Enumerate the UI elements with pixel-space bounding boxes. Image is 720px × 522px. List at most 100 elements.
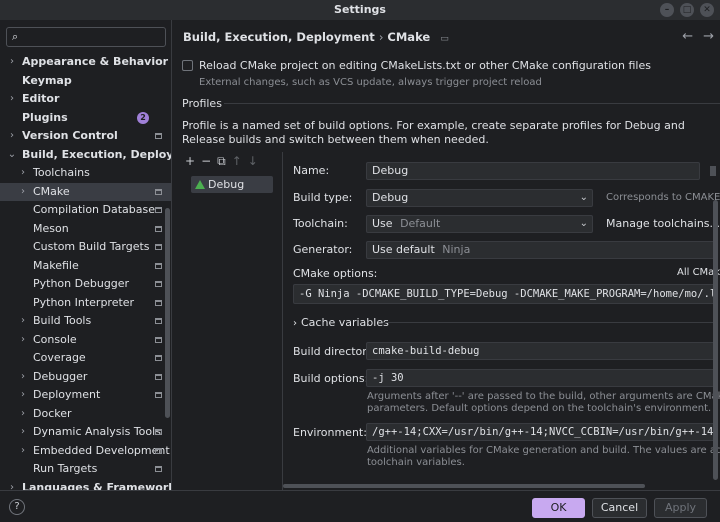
search-input[interactable]: ⌕ <box>6 27 166 47</box>
ok-button[interactable]: OK <box>532 498 585 518</box>
sidebar-item-label: Custom Build Targets <box>33 240 150 253</box>
sidebar-item[interactable]: Plugins 2 <box>0 109 171 128</box>
sidebar-item[interactable]: Python Debugger <box>0 275 171 294</box>
build-type-select[interactable]: Debug ⌄ <box>366 189 593 207</box>
back-arrow-icon[interactable]: ← <box>682 29 693 44</box>
profiles-description: Profile is a named set of build options.… <box>182 119 685 146</box>
sidebar-item[interactable]: Makefile <box>0 257 171 276</box>
sidebar-item[interactable]: › CMake <box>0 182 171 202</box>
build-directory-field[interactable]: cmake-build-debug <box>366 342 716 360</box>
sidebar-item-label: Console <box>33 332 77 346</box>
project-level-icon <box>155 244 162 250</box>
add-profile-icon[interactable]: + <box>185 154 195 168</box>
manage-toolchains-link[interactable]: Manage toolchains... <box>606 217 720 230</box>
chevron-right-icon[interactable]: › <box>18 368 28 387</box>
help-button[interactable]: ? <box>9 499 25 515</box>
sidebar-item[interactable]: › Appearance & Behavior <box>0 53 171 72</box>
breadcrumb-parent[interactable]: Build, Execution, Deployment <box>183 30 375 44</box>
sidebar-item[interactable]: Run Targets <box>0 460 171 479</box>
build-directory-value: cmake-build-debug <box>372 345 480 357</box>
sidebar-item[interactable]: › Languages & Frameworks <box>0 479 171 491</box>
breadcrumb-separator: › <box>378 30 384 44</box>
sidebar-item[interactable]: Compilation Database <box>0 201 171 220</box>
sidebar-item[interactable]: › Deployment <box>0 386 171 405</box>
environment-hint-1: Additional variables for CMake generatio… <box>367 445 720 456</box>
chevron-down-icon[interactable]: ⌄ <box>7 146 17 165</box>
cmake-options-value: -G Ninja -DCMAKE_BUILD_TYPE=Debug -DCMAK… <box>299 288 718 300</box>
profile-item-debug[interactable]: Debug <box>191 176 273 193</box>
apply-button[interactable]: Apply <box>654 498 707 518</box>
sidebar-item[interactable]: › Version Control <box>0 127 171 146</box>
sidebar-item[interactable]: Meson <box>0 220 171 239</box>
build-options-hint-1: Arguments after '--' are passed to the b… <box>367 391 720 402</box>
sidebar-item-label: Compilation Database <box>33 203 156 216</box>
sidebar-item[interactable]: › Embedded Development <box>0 442 171 461</box>
sidebar-item[interactable]: Keymap <box>0 72 171 91</box>
name-field[interactable]: Debug <box>366 162 700 180</box>
project-level-icon <box>155 207 162 213</box>
cancel-button[interactable]: Cancel <box>592 498 647 518</box>
sidebar-item[interactable]: › Docker <box>0 405 171 424</box>
reload-option[interactable]: Reload CMake project on editing CMakeLis… <box>182 59 651 72</box>
sidebar-item[interactable]: Coverage <box>0 349 171 368</box>
window-titlebar: Settings – □ ✕ <box>0 0 720 20</box>
sidebar-item[interactable]: › Toolchains <box>0 164 171 183</box>
breadcrumb-current: CMake <box>387 30 431 44</box>
move-down-icon[interactable]: ↓ <box>248 154 258 168</box>
chevron-right-icon[interactable]: › <box>18 164 28 183</box>
toolchain-select[interactable]: Use Default ⌄ <box>366 215 593 233</box>
environment-hint-2: toolchain variables. <box>367 457 465 468</box>
chevron-right-icon[interactable]: › <box>18 442 28 461</box>
profiles-header: Profiles <box>182 97 222 110</box>
minimize-icon[interactable]: – <box>660 3 674 17</box>
cmake-options-label: CMake options: <box>293 267 378 280</box>
maximize-icon[interactable]: □ <box>680 3 694 17</box>
cache-variables-toggle[interactable]: › Cache variables <box>293 316 389 329</box>
move-up-icon[interactable]: ↑ <box>232 154 242 168</box>
sidebar-item-label: Plugins <box>22 110 68 124</box>
project-level-icon <box>155 133 162 139</box>
sidebar-item[interactable]: ⌄ Build, Execution, Deployme <box>0 146 171 165</box>
sidebar-item[interactable]: › Debugger <box>0 368 171 387</box>
chevron-right-icon[interactable]: › <box>18 312 28 331</box>
sidebar-item[interactable]: › Console <box>0 331 171 350</box>
sidebar-item[interactable]: Custom Build Targets <box>0 238 171 257</box>
sidebar-item[interactable]: › Dynamic Analysis Tools <box>0 423 171 442</box>
generator-use: Use default <box>372 243 435 256</box>
chevron-right-icon[interactable]: › <box>7 90 17 109</box>
profile-item-label: Debug <box>208 178 245 191</box>
sidebar-item-label: Python Debugger <box>33 277 130 290</box>
generator-label: Generator: <box>293 243 353 256</box>
sidebar-item[interactable]: › Build Tools <box>0 312 171 331</box>
sidebar-scrollbar[interactable] <box>165 208 170 418</box>
project-level-icon <box>155 225 162 232</box>
chevron-right-icon[interactable]: › <box>18 405 28 424</box>
cmake-options-field[interactable]: -G Ninja -DCMAKE_BUILD_TYPE=Debug -DCMAK… <box>293 284 718 304</box>
sidebar-item[interactable]: › Editor <box>0 90 171 109</box>
generator-select[interactable]: Use default Ninja <box>366 241 716 259</box>
chevron-right-icon[interactable]: › <box>18 331 28 350</box>
chevron-right-icon[interactable]: › <box>7 479 17 491</box>
chevron-right-icon[interactable]: › <box>7 53 17 72</box>
form-vertical-scrollbar[interactable] <box>713 200 718 480</box>
build-options-field[interactable]: -j 30 <box>366 369 716 387</box>
chevron-right-icon[interactable]: › <box>18 386 28 405</box>
reload-checkbox[interactable] <box>182 60 193 71</box>
sidebar-item-label: Python Interpreter <box>33 295 135 309</box>
remove-profile-icon[interactable]: − <box>201 154 211 168</box>
copy-profile-icon[interactable]: ⧉ <box>217 154 226 169</box>
build-options-hint-2: parameters. Default options depend on th… <box>367 403 712 414</box>
forward-arrow-icon[interactable]: → <box>703 29 714 44</box>
chevron-right-icon[interactable]: › <box>18 423 28 442</box>
chevron-right-icon[interactable]: › <box>7 127 17 146</box>
form-horizontal-scrollbar[interactable] <box>283 484 645 488</box>
chevron-right-icon[interactable]: › <box>18 183 28 202</box>
sidebar-item[interactable]: Python Interpreter <box>0 294 171 313</box>
toolchain-use: Use <box>372 217 393 230</box>
environment-field[interactable]: /g++-14;CXX=/usr/bin/g++-14;NVCC_CCBIN=/… <box>366 423 716 441</box>
cache-divider <box>383 322 713 323</box>
settings-content: Build, Execution, Deployment › CMake ▭ ← → … <box>173 20 720 490</box>
build-options-value: -j 30 <box>372 372 404 384</box>
close-icon[interactable]: ✕ <box>700 3 714 17</box>
project-level-icon <box>155 299 162 306</box>
